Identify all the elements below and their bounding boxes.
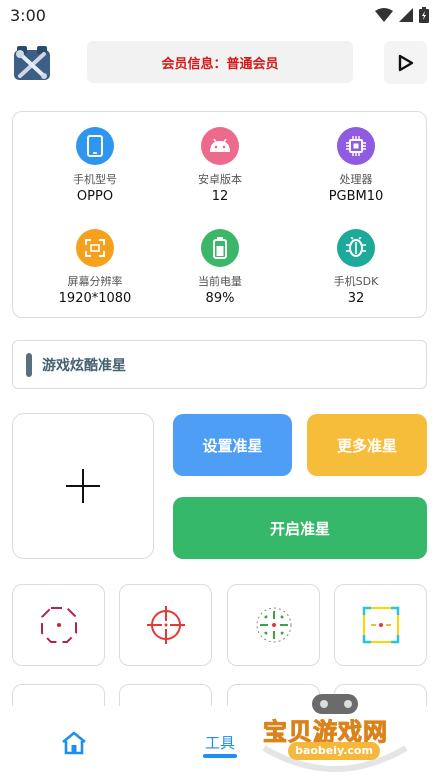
info-item-battery-level: 当前电量 89% (160, 229, 280, 306)
status-bar: 3:00 (0, 0, 439, 30)
crosshair-dashed-icon (256, 607, 291, 643)
info-label: 处理器 (339, 173, 373, 186)
play-icon (398, 54, 413, 71)
info-item-screen-resolution: 屏幕分辨率 1920*1080 (35, 229, 155, 306)
info-item-sdk: 手机SDK 32 (296, 229, 416, 306)
status-icons (375, 7, 429, 23)
tab-active-indicator (203, 754, 237, 758)
info-value: 32 (347, 291, 365, 306)
section-marker (26, 352, 32, 377)
info-value: PGBM10 (328, 189, 384, 204)
crosshair-option-2[interactable] (119, 584, 212, 666)
screen-resolution-icon (76, 229, 114, 267)
section-header: 游戏炫酷准星 (12, 340, 427, 389)
info-item-android-version: 安卓版本 12 (160, 127, 280, 204)
section-title: 游戏炫酷准星 (42, 357, 126, 374)
info-value: 12 (211, 189, 229, 204)
app-logo-icon[interactable] (12, 44, 52, 84)
play-button[interactable] (384, 41, 427, 84)
tab-tools[interactable]: 工具 (200, 732, 240, 753)
sdk-icon (337, 229, 375, 267)
signal-icon (399, 8, 413, 22)
info-label: 当前电量 (198, 275, 242, 288)
crosshair-option-3[interactable] (227, 584, 320, 666)
crosshair-target-icon (146, 606, 185, 644)
info-item-processor: 处理器 PGBM10 (296, 127, 416, 204)
info-label: 安卓版本 (198, 173, 242, 186)
header: 会员信息：普通会员 (0, 38, 439, 88)
crosshair-option-1[interactable] (12, 584, 105, 666)
tab-home[interactable] (61, 730, 87, 756)
status-time: 3:00 (10, 5, 46, 25)
watermark-url: baobeiy.com (288, 742, 380, 760)
info-label: 屏幕分辨率 (67, 275, 123, 288)
plus-icon (66, 469, 100, 503)
more-crosshairs-button[interactable]: 更多准星 (307, 414, 427, 476)
crosshair-octagon-icon (40, 607, 77, 643)
info-value: 1920*1080 (58, 291, 132, 306)
android-icon (201, 127, 239, 165)
open-crosshair-button[interactable]: 开启准星 (173, 497, 427, 559)
info-label: 手机型号 (73, 173, 117, 186)
battery-status-icon (419, 7, 429, 23)
wifi-icon (375, 8, 393, 22)
device-info-card: 手机型号 OPPO 安卓版本 12 处理器 PGBM10 屏幕分辨率 1920*… (12, 111, 427, 318)
cpu-icon (337, 127, 375, 165)
battery-icon (201, 229, 239, 267)
info-value: OPPO (76, 189, 114, 204)
add-crosshair-button[interactable] (12, 413, 154, 559)
home-icon (62, 731, 86, 755)
info-value: 89% (205, 291, 235, 306)
crosshair-gradient-square-icon (362, 606, 399, 644)
info-item-phone-model: 手机型号 OPPO (35, 127, 155, 204)
phone-icon (76, 127, 114, 165)
watermark: 宝贝游戏网 baobeiy.com (260, 690, 410, 778)
info-label: 手机SDK (333, 275, 379, 288)
crosshair-option-4[interactable] (334, 584, 427, 666)
member-info[interactable]: 会员信息：普通会员 (87, 41, 353, 83)
set-crosshair-button[interactable]: 设置准星 (173, 414, 292, 476)
